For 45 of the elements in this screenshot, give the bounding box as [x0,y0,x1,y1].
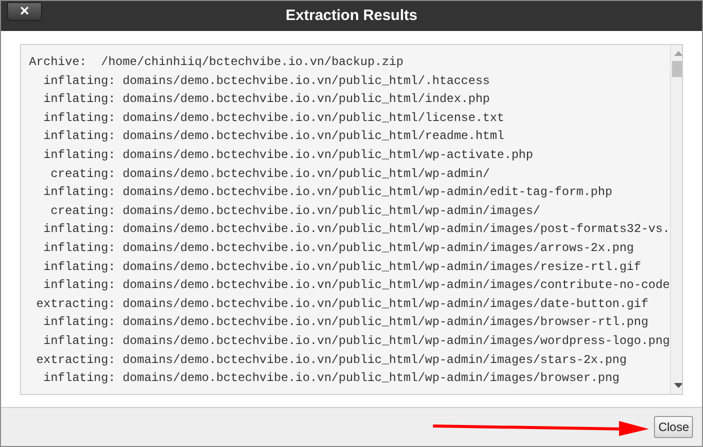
close-button[interactable]: Close [654,416,693,438]
log-path: domains/demo.bctechvibe.io.vn/public_html/wp-activate.php [122,146,534,164]
scrollbar[interactable] [670,45,682,394]
log-path: domains/demo.bctechvibe.io.vn/public_html/.htaccess [122,72,490,90]
scroll-down-icon[interactable] [674,383,682,388]
close-button[interactable]: × [7,2,42,21]
log-label: inflating: [43,370,116,388]
log-label: Archive: [29,54,87,71]
log-path: domains/demo.bctechvibe.io.vn/public_html/wp-admin/images/wordpress-logo.png [122,332,670,350]
log-label: inflating: [43,91,116,108]
log-path: domains/demo.bctechvibe.io.vn/public_html/wp-admin/images/arrows-2x.png [122,240,634,257]
log-label: inflating: [43,128,116,146]
log-label: inflating: [43,146,116,164]
scrollbar-thumb[interactable] [672,61,682,77]
log-label: inflating: [43,332,116,350]
log-label: creating: [50,166,116,183]
log-label: creating: [50,202,116,220]
log-label: inflating: [43,72,116,90]
log-path: domains/demo.bctechvibe.io.vn/public_html/wp-admin/images/resize-rtl.gif [122,258,642,276]
log-label: inflating: [43,314,116,332]
log-path: domains/demo.bctechvibe.io.vn/public_html/wp-admin/images/contribute-no-code [122,277,670,294]
window-title: Extraction Results [286,6,418,26]
log-path: domains/demo.bctechvibe.io.vn/public_html/wp-admin/images/date-button.gif [122,296,648,313]
log-path: domains/demo.bctechvibe.io.vn/public_html/wp-admin/ [122,166,490,183]
log-label: inflating: [43,258,116,276]
log-path: domains/demo.bctechvibe.io.vn/public_html/license.txt [122,110,504,127]
log-path: domains/demo.bctechvibe.io.vn/public_html/wp-admin/images/post-formats32-vs. [122,221,670,238]
scroll-up-icon[interactable] [674,51,682,56]
log-label: inflating: [43,221,116,238]
log-path: domains/demo.bctechvibe.io.vn/public_html/wp-admin/images/browser.png [122,370,620,388]
log-path: domains/demo.bctechvibe.io.vn/public_html/wp-admin/images/stars-2x.png [122,352,627,368]
log-label: inflating: [43,110,116,127]
log-path: domains/demo.bctechvibe.io.vn/public_html/readme.html [122,128,504,146]
log-label: extracting: [36,296,116,313]
arrow-icon [433,420,650,436]
log-path: domains/demo.bctechvibe.io.vn/public_html/wp-admin/edit-tag-form.php [122,184,612,202]
log-path: domains/demo.bctechvibe.io.vn/public_html/wp-admin/images/ [122,202,540,220]
log-path: domains/demo.bctechvibe.io.vn/public_html/wp-admin/images/browser-rtl.png [122,314,648,332]
log-label: inflating: [43,277,116,294]
log-label: inflating: [43,240,116,257]
log-label: extracting: [36,352,116,368]
output-textarea[interactable] [20,44,683,395]
log-path: domains/demo.bctechvibe.io.vn/public_html/index.php [122,91,490,108]
log-label: inflating: [43,184,116,202]
log-path: /home/chinhiiq/bctechvibe.io.vn/backup.zip [101,54,404,71]
